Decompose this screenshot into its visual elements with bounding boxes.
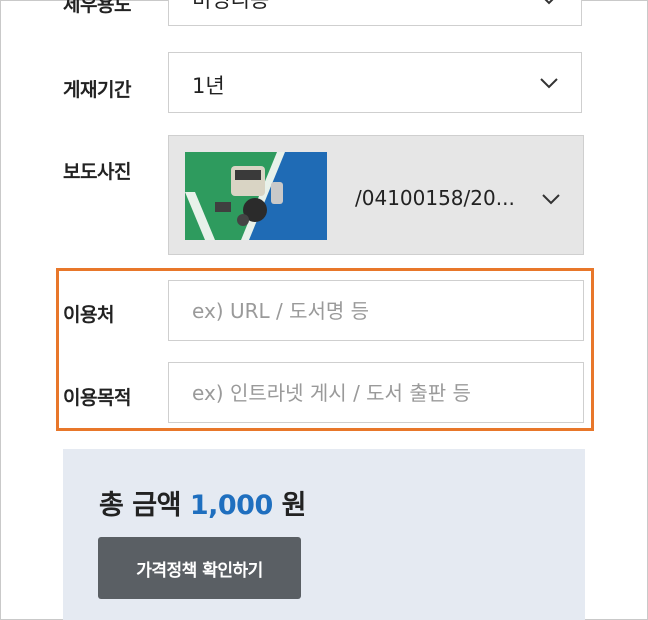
usage-place-label: 이용처 xyxy=(63,304,114,326)
usage-place-input[interactable] xyxy=(168,280,584,341)
chevron-down-icon xyxy=(544,0,554,5)
period-label: 게재기간 xyxy=(63,79,131,101)
total-prefix: 총 금액 xyxy=(99,490,181,521)
price-policy-button[interactable]: 가격정책 확인하기 xyxy=(98,537,301,599)
usage-purpose-input[interactable] xyxy=(168,362,584,423)
photo-thumbnail xyxy=(185,152,327,240)
chevron-down-icon xyxy=(540,78,558,89)
period-select[interactable]: 1년 xyxy=(168,52,582,113)
photo-path: /04100158/20... xyxy=(355,186,515,210)
price-section: 총 금액 1,000 원 가격정책 확인하기 xyxy=(63,449,585,620)
total-amount: 1,000 xyxy=(189,490,273,521)
usage-type-value: 비영리용 xyxy=(192,0,270,12)
usage-purpose-label: 이용목적 xyxy=(63,387,131,409)
period-value: 1년 xyxy=(192,74,225,98)
usage-type-select[interactable]: 비영리용 xyxy=(168,0,582,26)
total-unit: 원 xyxy=(281,490,307,521)
photo-label: 보도사진 xyxy=(63,161,131,183)
photo-select[interactable]: /04100158/20... xyxy=(168,135,584,255)
chevron-down-icon xyxy=(542,194,560,205)
usage-type-label: 제우용도 xyxy=(63,0,131,16)
total-price: 총 금액 1,000 원 xyxy=(99,483,306,522)
